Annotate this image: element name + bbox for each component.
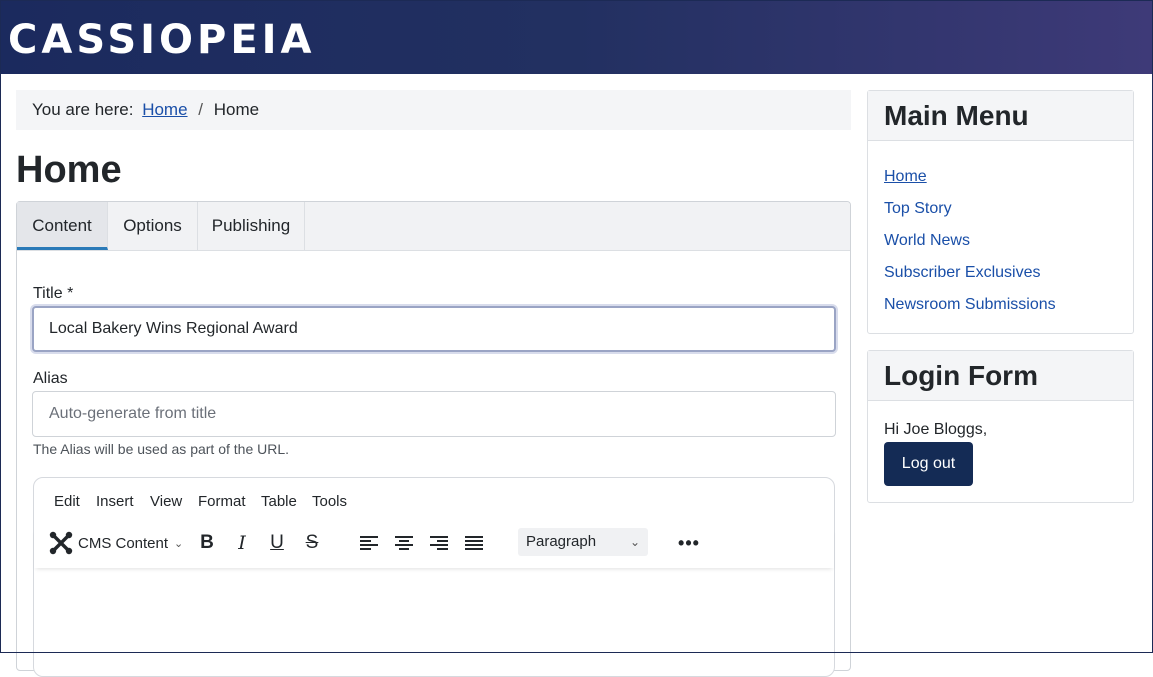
page-title: Home (16, 149, 122, 191)
breadcrumb-current: Home (213, 100, 260, 119)
alias-label: Alias (33, 370, 68, 387)
breadcrumb-home-link[interactable]: Home (142, 100, 187, 119)
menu-link-label: Top Story (884, 200, 952, 217)
joomla-icon (48, 530, 74, 556)
site-header: CASSIOPEIA (0, 0, 1153, 74)
more-icon[interactable]: ••• (676, 528, 702, 558)
login-form-module: Login Form Hi Joe Bloggs, Log out (867, 350, 1134, 503)
align-right-icon[interactable] (426, 528, 452, 558)
block-format-select[interactable]: Paragraph ⌄ (518, 528, 648, 556)
cms-content-label: CMS Content (78, 534, 169, 552)
menu-link-label: Newsroom Submissions (884, 296, 1056, 313)
menu-link-label: World News (884, 232, 970, 249)
tab-content[interactable]: Content (17, 202, 108, 250)
align-left-icon[interactable] (356, 528, 382, 558)
menu-link-label: Home (884, 168, 927, 185)
menu-link-top-story[interactable]: Top Story (884, 193, 1133, 225)
bold-icon[interactable]: B (194, 528, 220, 558)
breadcrumb-separator: / (198, 100, 204, 119)
menu-tools[interactable]: Tools (312, 493, 347, 510)
main-menu-title: Main Menu (868, 91, 1133, 141)
tab-publishing[interactable]: Publishing (198, 202, 305, 250)
tab-bar: Content Options Publishing (17, 202, 850, 251)
login-greeting: Hi Joe Bloggs, (884, 421, 988, 438)
menu-link-world-news[interactable]: World News (884, 225, 1133, 257)
main-menu-list: Home Top Story World News Subscriber Exc… (868, 141, 1133, 321)
menu-link-newsroom-submissions[interactable]: Newsroom Submissions (884, 289, 1133, 321)
block-format-value: Paragraph (526, 533, 597, 550)
breadcrumb-prefix: You are here: (32, 100, 134, 119)
alias-help-text: The Alias will be used as part of the UR… (33, 441, 290, 457)
rich-text-editor: Edit Insert View Format Table Tools CMS … (33, 477, 835, 677)
login-form-title: Login Form (868, 351, 1133, 401)
menu-link-label: Subscriber Exclusives (884, 264, 1041, 281)
tab-options[interactable]: Options (108, 202, 198, 250)
underline-icon[interactable]: U (264, 528, 290, 558)
editor-menubar: Edit Insert View Format Table Tools (34, 478, 834, 528)
title-label: Title * (33, 285, 74, 302)
justify-icon[interactable] (461, 528, 487, 558)
menu-link-home[interactable]: Home (884, 161, 1133, 193)
menu-insert[interactable]: Insert (96, 493, 134, 510)
cms-content-button[interactable]: CMS Content ⌄ (48, 528, 188, 558)
site-brand[interactable]: CASSIOPEIA (8, 14, 316, 66)
menu-edit[interactable]: Edit (54, 493, 80, 510)
strikethrough-icon[interactable]: S (299, 528, 325, 558)
logout-button[interactable]: Log out (884, 442, 973, 486)
menu-link-subscriber-exclusives[interactable]: Subscriber Exclusives (884, 257, 1133, 289)
breadcrumb: You are here: Home / Home (16, 90, 851, 130)
menu-view[interactable]: View (150, 493, 182, 510)
main-menu-module: Main Menu Home Top Story World News Subs… (867, 90, 1134, 334)
editor-toolbar: CMS Content ⌄ B I U S Paragraph ⌄ ••• (34, 528, 834, 568)
alias-input[interactable]: Auto-generate from title (32, 391, 836, 437)
align-center-icon[interactable] (391, 528, 417, 558)
chevron-down-icon: ⌄ (174, 537, 184, 550)
menu-table[interactable]: Table (261, 493, 297, 510)
italic-icon[interactable]: I (229, 528, 255, 558)
chevron-down-icon: ⌄ (629, 535, 640, 549)
title-input[interactable]: Local Bakery Wins Regional Award (32, 306, 836, 352)
menu-format[interactable]: Format (198, 493, 246, 510)
